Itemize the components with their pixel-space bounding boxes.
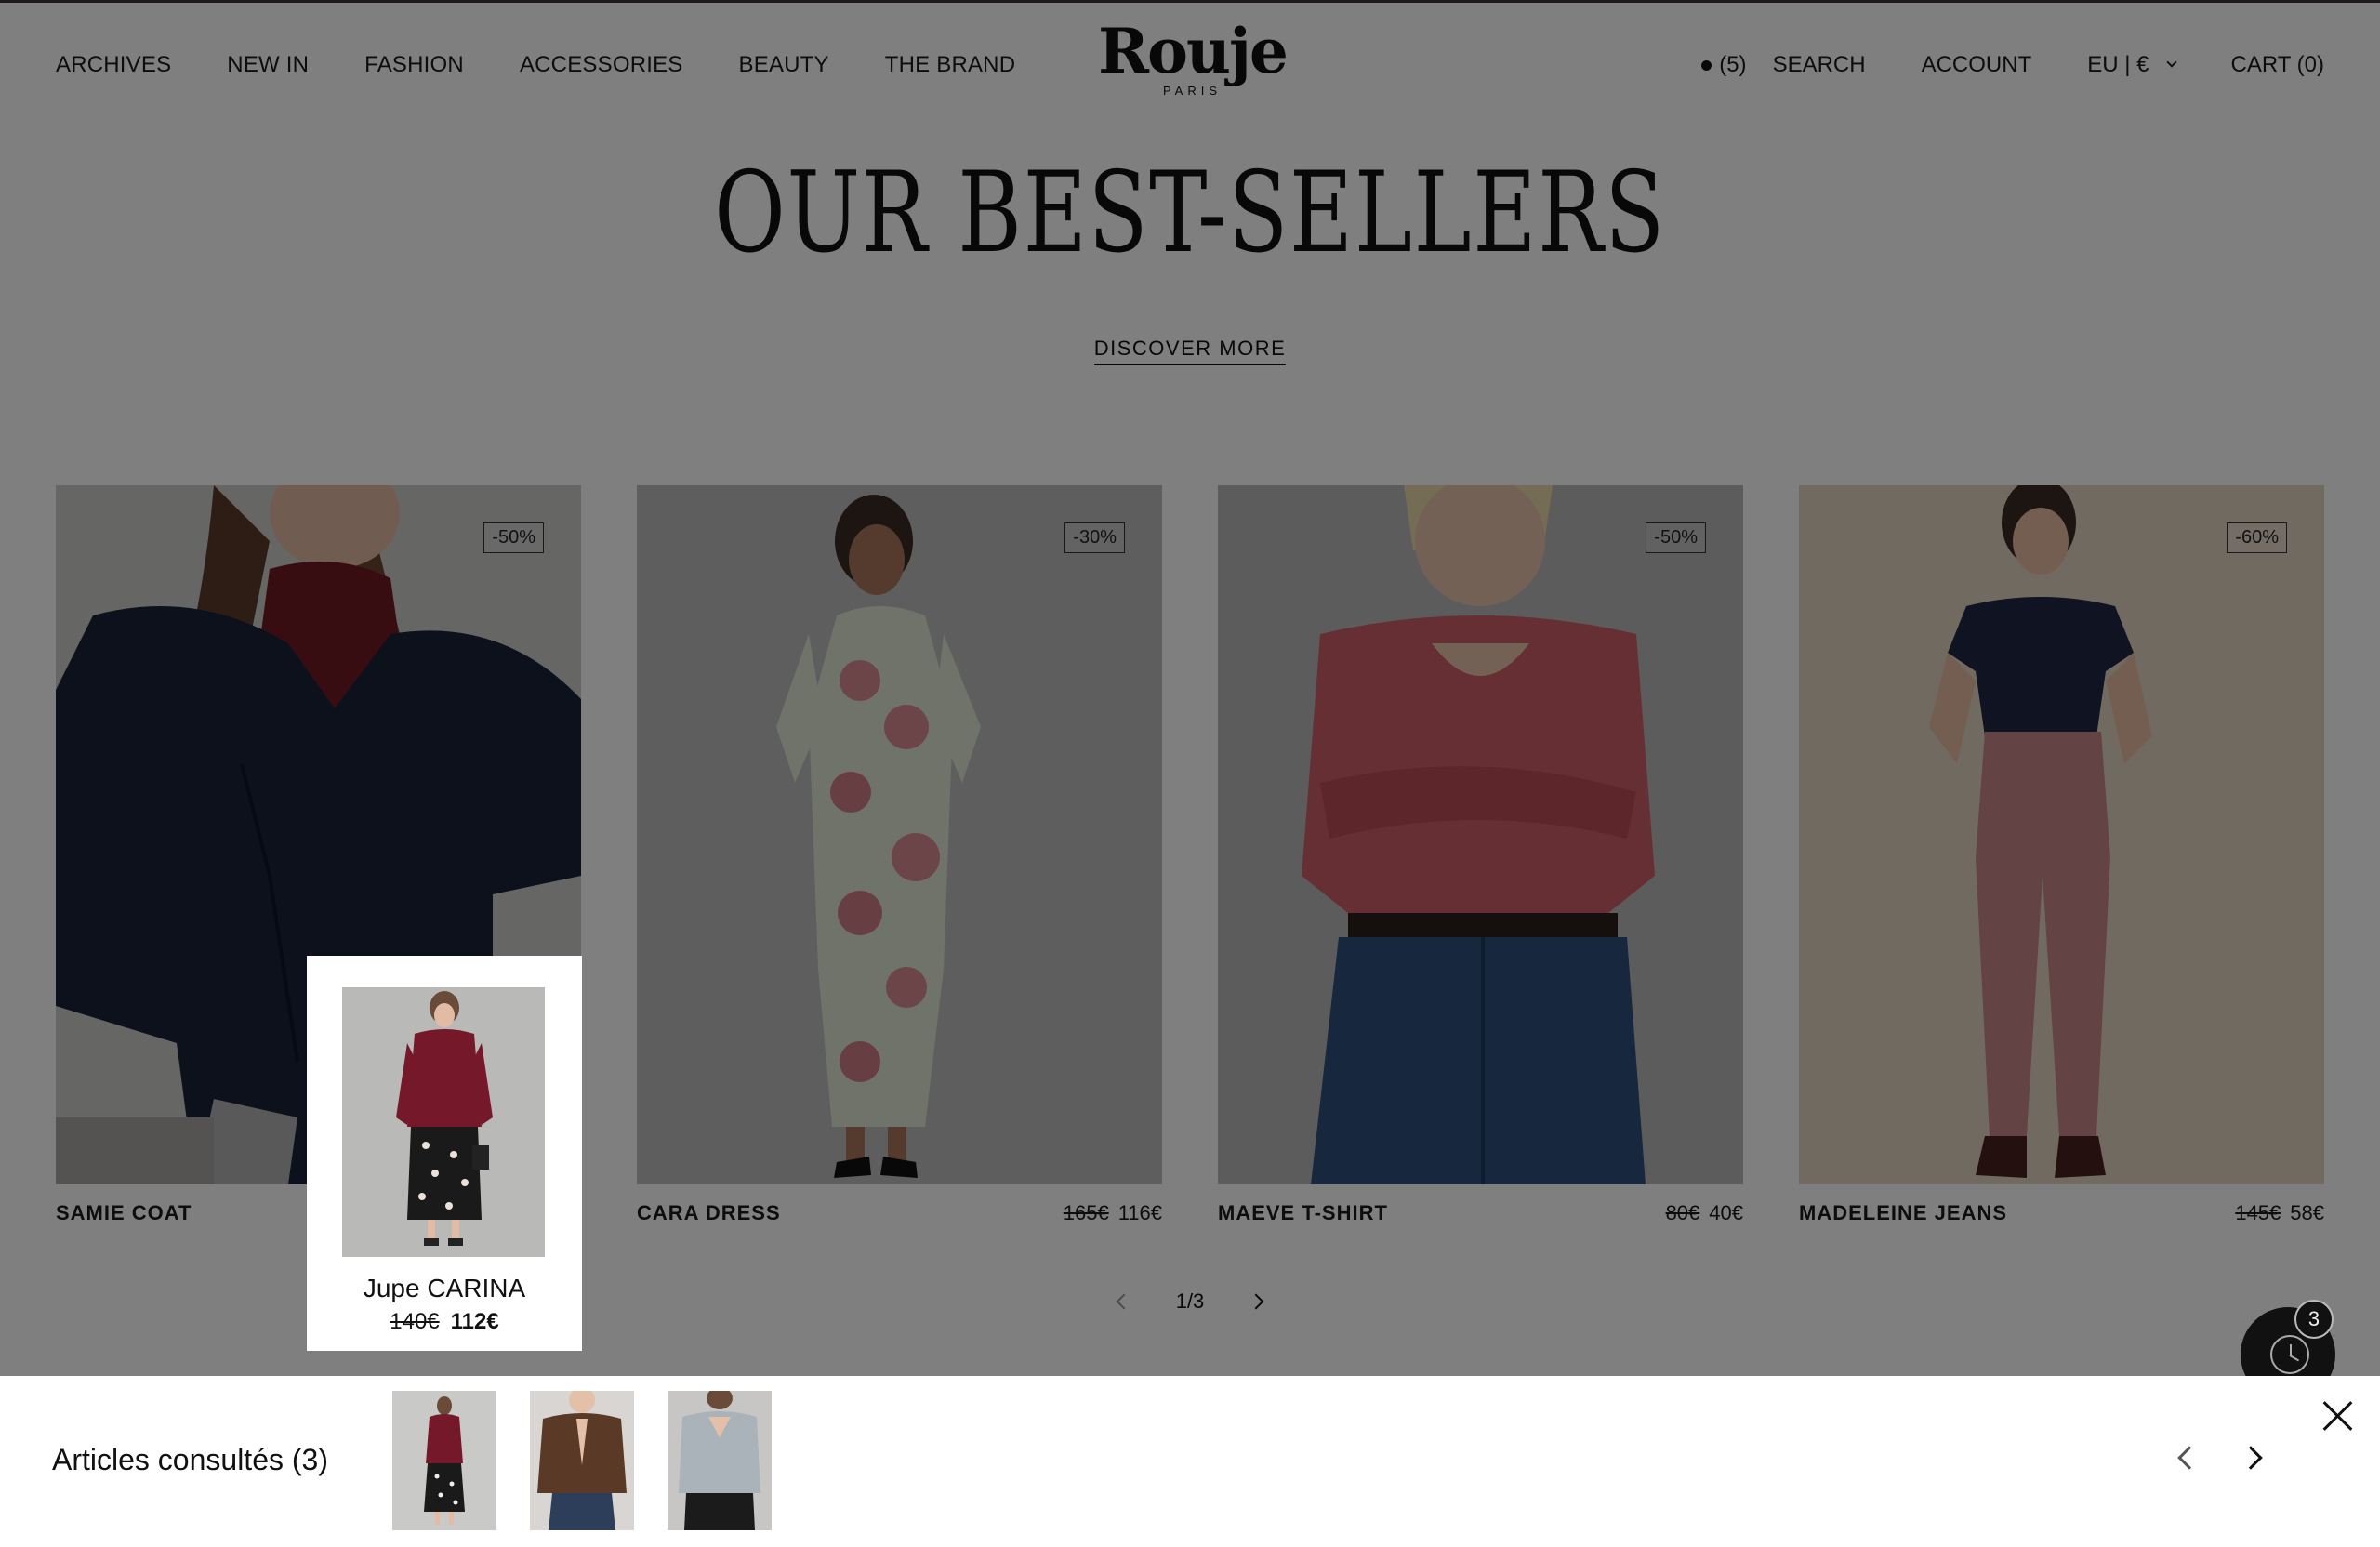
recently-viewed-drawer: Articles consultés (3) [0, 1376, 2380, 1547]
preview-old-price: 140€ [390, 1309, 440, 1334]
skirt-model-illustration [342, 987, 545, 1257]
thumb-knit-illustration [668, 1391, 772, 1530]
preview-price: 140€ 112€ [307, 1309, 582, 1335]
preview-image [342, 987, 545, 1257]
close-icon[interactable] [2322, 1400, 2354, 1432]
thumb-skirt-illustration [392, 1391, 496, 1530]
viewed-item[interactable] [668, 1391, 772, 1530]
viewed-item[interactable] [530, 1391, 634, 1530]
recently-viewed-count: 3 [2294, 1300, 2334, 1339]
thumb-cardigan-illustration [530, 1391, 634, 1530]
viewed-thumbnails [392, 1391, 805, 1530]
preview-product-name: Jupe CARINA [363, 1274, 526, 1302]
clock-icon [2270, 1335, 2309, 1374]
preview-sale-price: 112€ [450, 1309, 499, 1334]
product-preview-popup[interactable]: Jupe CARINA 140€ 112€ [307, 956, 582, 1351]
drawer-title: Articles consultés (3) [52, 1443, 328, 1476]
viewed-item[interactable] [392, 1391, 496, 1530]
